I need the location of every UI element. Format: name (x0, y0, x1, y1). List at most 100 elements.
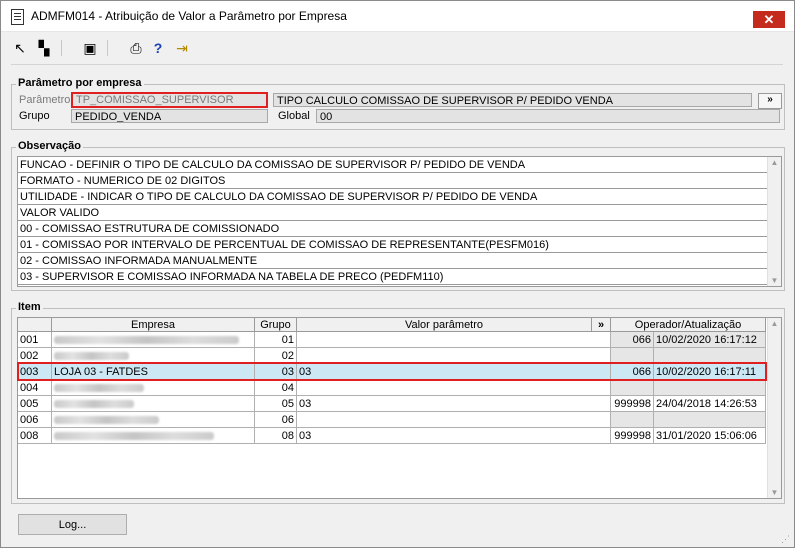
row-operador (611, 380, 654, 396)
column-header-code (18, 318, 52, 332)
column-header-grupo[interactable]: Grupo (255, 318, 297, 332)
observacao-line: VALOR VALIDO (18, 205, 767, 221)
row-grupo[interactable]: 05 (255, 396, 297, 412)
redacted-text (54, 384, 144, 393)
parametro-more-button[interactable]: » (758, 93, 782, 109)
valor-more-button[interactable]: » (592, 318, 611, 332)
scroll-down-icon[interactable]: ▼ (768, 276, 781, 285)
copy-record-button[interactable]: ▚ (35, 39, 53, 57)
row-empresa[interactable] (52, 428, 255, 444)
resize-grip-icon[interactable]: ⋰ (781, 534, 791, 544)
row-empresa[interactable] (52, 348, 255, 364)
param-section-title: Parâmetro por empresa (16, 77, 144, 89)
arrow-icon: ↖ (14, 40, 26, 56)
exit-button[interactable]: ⇥ (173, 39, 191, 57)
row-empresa[interactable]: LOJA 03 - FATDES (52, 364, 255, 380)
redacted-text (54, 352, 129, 361)
row-code[interactable]: 008 (18, 428, 52, 444)
row-operador (611, 348, 654, 364)
row-operador (611, 412, 654, 428)
first-record-button[interactable]: ↖ (11, 39, 29, 57)
grupo-field: PEDIDO_VENDA (71, 109, 268, 123)
row-code[interactable]: 003 (18, 364, 52, 380)
row-grupo[interactable]: 04 (255, 380, 297, 396)
row-code[interactable]: 002 (18, 348, 52, 364)
parametro-description-field: TIPO CALCULO COMISSAO DE SUPERVISOR P/ P… (273, 93, 752, 107)
observacao-textbox[interactable]: FUNCAO - DEFINIR O TIPO DE CALCULO DA CO… (17, 156, 782, 287)
redacted-text (54, 400, 134, 409)
row-grupo[interactable]: 06 (255, 412, 297, 428)
row-atualizacao (654, 380, 766, 396)
title-bar: ADMFM014 - Atribuição de Valor a Parâmet… (1, 1, 794, 32)
parametro-field[interactable]: TP_COMISSAO_SUPERVISOR (71, 92, 268, 108)
help-icon: ? (153, 40, 163, 56)
observacao-line: FUNCAO - DEFINIR O TIPO DE CALCULO DA CO… (18, 157, 767, 173)
item-grid-scrollbar[interactable]: ▲ ▼ (767, 318, 781, 498)
column-header-empresa[interactable]: Empresa (52, 318, 255, 332)
row-valor[interactable] (297, 412, 611, 428)
observacao-section-title: Observação (16, 140, 83, 152)
document-icon (11, 9, 24, 25)
toolbar: ↖ ▚ ▣ ⎙ ? ⇥ (1, 37, 794, 59)
row-atualizacao (654, 348, 766, 364)
column-header-valor[interactable]: Valor parâmetro (297, 318, 592, 332)
scroll-up-icon[interactable]: ▲ (768, 158, 781, 167)
redacted-text (54, 416, 159, 425)
observacao-line: 00 - COMISSAO ESTRUTURA DE COMISSIONADO (18, 221, 767, 237)
app-window: ADMFM014 - Atribuição de Valor a Parâmet… (0, 0, 795, 548)
parametro-label: Parâmetro (19, 94, 71, 106)
printer-icon: ⎙ (130, 40, 142, 56)
row-operador: 999998 (611, 396, 654, 412)
row-empresa[interactable] (52, 332, 255, 348)
global-label: Global (278, 110, 310, 122)
observacao-line: FORMATO - NUMERICO DE 02 DIGITOS (18, 173, 767, 189)
row-valor[interactable]: 03 (297, 428, 611, 444)
row-code[interactable]: 006 (18, 412, 52, 428)
help-button[interactable]: ? (149, 39, 167, 57)
row-empresa[interactable] (52, 412, 255, 428)
row-empresa[interactable] (52, 380, 255, 396)
observacao-line: UTILIDADE - INDICAR O TIPO DE CALCULO DA… (18, 189, 767, 205)
row-valor[interactable] (297, 380, 611, 396)
observacao-line: 02 - COMISSAO INFORMADA MANUALMENTE (18, 253, 767, 269)
item-section-title: Item (16, 301, 43, 313)
close-button[interactable]: ✕ (753, 11, 785, 28)
print-button[interactable]: ⎙ (127, 39, 145, 57)
row-code[interactable]: 001 (18, 332, 52, 348)
row-atualizacao: 10/02/2020 16:17:11 (654, 364, 766, 380)
grupo-label: Grupo (19, 110, 50, 122)
row-operador: 066 (611, 364, 654, 380)
toolbar-divider (11, 64, 783, 65)
row-valor[interactable] (297, 332, 611, 348)
row-code[interactable]: 005 (18, 396, 52, 412)
row-code[interactable]: 004 (18, 380, 52, 396)
redacted-text (54, 336, 239, 345)
row-valor[interactable]: 03 (297, 364, 611, 380)
redacted-text (54, 432, 214, 441)
copy-icon: ▚ (38, 40, 50, 56)
scroll-up-icon[interactable]: ▲ (768, 319, 781, 328)
global-field: 00 (316, 109, 780, 123)
exit-door-icon: ⇥ (176, 40, 188, 56)
row-atualizacao: 24/04/2018 14:26:53 (654, 396, 766, 412)
log-button[interactable]: Log... (18, 514, 127, 535)
row-empresa[interactable] (52, 396, 255, 412)
row-atualizacao: 31/01/2020 15:06:06 (654, 428, 766, 444)
row-atualizacao (654, 412, 766, 428)
save-button[interactable]: ▣ (81, 39, 99, 57)
item-grid[interactable]: Empresa Grupo Valor parâmetro » Operador… (17, 317, 782, 499)
scroll-down-icon[interactable]: ▼ (768, 488, 781, 497)
column-header-operador[interactable]: Operador/Atualização (611, 318, 766, 332)
row-grupo[interactable]: 03 (255, 364, 297, 380)
row-grupo[interactable]: 02 (255, 348, 297, 364)
row-grupo[interactable]: 01 (255, 332, 297, 348)
observacao-scrollbar[interactable]: ▲ ▼ (767, 157, 781, 286)
row-grupo[interactable]: 08 (255, 428, 297, 444)
row-valor[interactable] (297, 348, 611, 364)
row-atualizacao: 10/02/2020 16:17:12 (654, 332, 766, 348)
window-title: ADMFM014 - Atribuição de Valor a Parâmet… (31, 9, 347, 23)
observacao-line: 03 - SUPERVISOR E COMISSAO INFORMADA NA … (18, 269, 767, 285)
toolbar-separator (61, 40, 62, 56)
row-valor[interactable]: 03 (297, 396, 611, 412)
row-operador: 066 (611, 332, 654, 348)
